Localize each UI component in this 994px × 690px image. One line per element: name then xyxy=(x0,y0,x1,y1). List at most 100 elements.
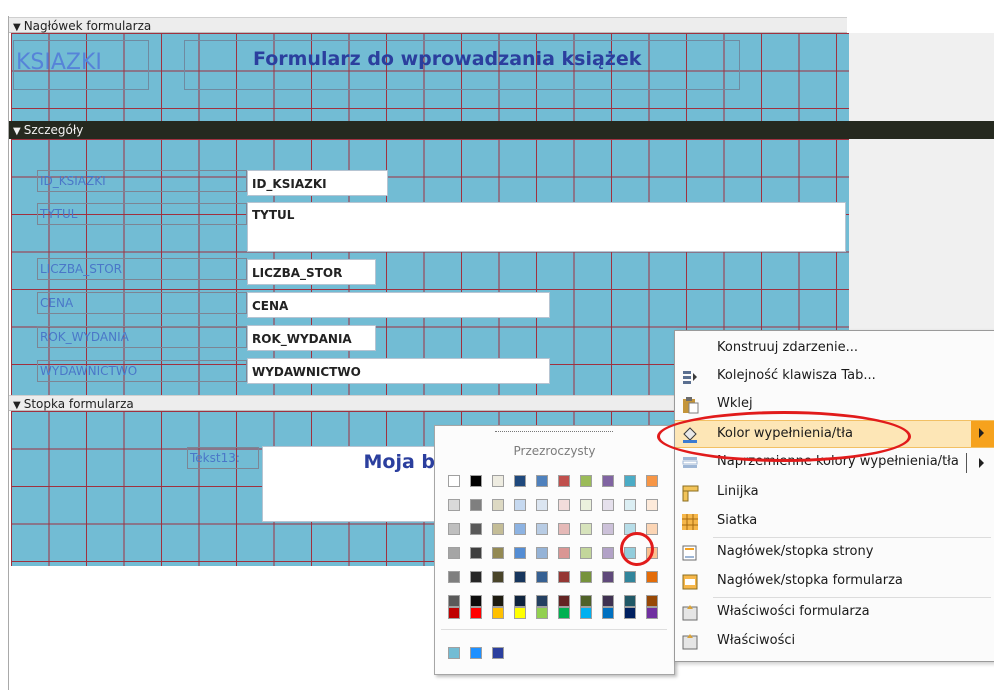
color-swatch[interactable] xyxy=(536,571,548,583)
color-swatch[interactable] xyxy=(492,475,504,487)
header-logo-text[interactable]: KSIAZKI xyxy=(16,50,102,75)
color-swatch[interactable] xyxy=(602,523,614,535)
recent-color-swatch[interactable] xyxy=(448,647,460,659)
color-swatch[interactable] xyxy=(514,547,526,559)
color-swatch[interactable] xyxy=(580,607,592,619)
label-tekst13[interactable]: Tekst13: xyxy=(187,447,259,469)
color-swatch[interactable] xyxy=(492,607,504,619)
color-swatch[interactable] xyxy=(646,475,658,487)
color-swatch[interactable] xyxy=(492,499,504,511)
field-id-ksiazki[interactable]: ID_KSIAZKI xyxy=(247,170,388,196)
field-rok-wydania[interactable]: ROK_WYDANIA xyxy=(247,325,376,351)
color-swatch[interactable] xyxy=(558,523,570,535)
color-swatch[interactable] xyxy=(448,571,460,583)
color-swatch[interactable] xyxy=(646,607,658,619)
color-swatch[interactable] xyxy=(536,595,548,607)
color-swatch[interactable] xyxy=(448,523,460,535)
color-swatch[interactable] xyxy=(558,475,570,487)
color-swatch[interactable] xyxy=(448,607,460,619)
color-swatch[interactable] xyxy=(602,499,614,511)
color-swatch[interactable] xyxy=(602,607,614,619)
color-swatch[interactable] xyxy=(536,607,548,619)
menu-item-form-properties[interactable]: Właściwości formularza xyxy=(675,599,994,627)
recent-color-swatch[interactable] xyxy=(470,647,482,659)
color-swatch[interactable] xyxy=(492,595,504,607)
color-swatch[interactable] xyxy=(580,571,592,583)
menu-item-build-event[interactable]: Konstruuj zdarzenie... xyxy=(675,335,994,363)
page-title[interactable]: Formularz do wprowadzania książek xyxy=(253,48,641,70)
label-tytul[interactable]: TYTUL xyxy=(37,203,247,225)
color-swatch[interactable] xyxy=(580,523,592,535)
label-rok-wydania[interactable]: ROK_WYDANIA xyxy=(37,326,247,348)
color-swatch[interactable] xyxy=(470,499,482,511)
color-swatch[interactable] xyxy=(580,595,592,607)
label-liczba-stor[interactable]: LICZBA_STOR xyxy=(37,258,247,280)
color-swatch[interactable] xyxy=(470,595,482,607)
color-swatch[interactable] xyxy=(492,523,504,535)
color-swatch[interactable] xyxy=(514,475,526,487)
color-swatch[interactable] xyxy=(624,607,636,619)
color-swatch[interactable] xyxy=(448,475,460,487)
menu-item-grid[interactable]: Siatka xyxy=(675,508,994,536)
color-swatch[interactable] xyxy=(448,547,460,559)
color-swatch[interactable] xyxy=(646,571,658,583)
field-cena[interactable]: CENA xyxy=(247,292,550,318)
color-swatch[interactable] xyxy=(624,475,636,487)
color-swatch[interactable] xyxy=(536,547,548,559)
color-swatch[interactable] xyxy=(448,595,460,607)
detail-section-bar[interactable]: ▼ Szczegóły xyxy=(9,121,994,139)
color-swatch[interactable] xyxy=(536,523,548,535)
color-swatch[interactable] xyxy=(492,571,504,583)
color-swatch[interactable] xyxy=(470,607,482,619)
color-swatch[interactable] xyxy=(470,523,482,535)
color-swatch[interactable] xyxy=(624,571,636,583)
color-swatch[interactable] xyxy=(514,595,526,607)
color-swatch[interactable] xyxy=(558,595,570,607)
color-swatch[interactable] xyxy=(580,499,592,511)
menu-item-properties[interactable]: Właściwości xyxy=(675,628,994,656)
color-swatch[interactable] xyxy=(514,607,526,619)
palette-grip[interactable] xyxy=(495,431,613,434)
color-swatch[interactable] xyxy=(558,547,570,559)
color-swatch[interactable] xyxy=(470,571,482,583)
recent-color-swatch[interactable] xyxy=(492,647,504,659)
submenu-arrow-icon[interactable] xyxy=(979,458,984,468)
color-swatch[interactable] xyxy=(558,499,570,511)
color-swatch[interactable] xyxy=(514,571,526,583)
color-swatch[interactable] xyxy=(580,547,592,559)
color-swatch[interactable] xyxy=(602,547,614,559)
color-swatch[interactable] xyxy=(514,499,526,511)
menu-item-tab-order[interactable]: Kolejność klawisza Tab... xyxy=(675,363,994,391)
field-tytul[interactable]: TYTUL xyxy=(247,202,846,252)
color-swatch[interactable] xyxy=(646,499,658,511)
menu-item-page-header-footer[interactable]: Nagłówek/stopka strony xyxy=(675,539,994,567)
color-swatch[interactable] xyxy=(470,475,482,487)
color-swatch[interactable] xyxy=(624,499,636,511)
form-header-bar[interactable]: ▼ Nagłówek formularza xyxy=(9,17,847,33)
field-liczba-stor[interactable]: LICZBA_STOR xyxy=(247,259,376,285)
label-id-ksiazki[interactable]: ID_KSIAZKI xyxy=(37,170,247,192)
color-swatch[interactable] xyxy=(602,595,614,607)
footer-text-box[interactable]: Moja b xyxy=(262,446,442,522)
color-swatch[interactable] xyxy=(602,571,614,583)
label-cena[interactable]: CENA xyxy=(37,292,247,314)
color-swatch[interactable] xyxy=(492,547,504,559)
color-swatch[interactable] xyxy=(448,499,460,511)
color-swatch[interactable] xyxy=(646,595,658,607)
color-swatch[interactable] xyxy=(470,547,482,559)
color-swatch[interactable] xyxy=(602,475,614,487)
color-swatch[interactable] xyxy=(536,499,548,511)
color-swatch[interactable] xyxy=(646,523,658,535)
color-swatch[interactable] xyxy=(624,595,636,607)
field-wydawnictwo[interactable]: WYDAWNICTWO xyxy=(247,358,550,384)
color-swatch[interactable] xyxy=(558,571,570,583)
menu-item-form-header-footer[interactable]: Nagłówek/stopka formularza xyxy=(675,568,994,596)
transparent-option[interactable]: Przezroczysty xyxy=(435,444,674,458)
color-swatch[interactable] xyxy=(580,475,592,487)
submenu-arrow-icon[interactable] xyxy=(971,421,994,447)
menu-item-ruler[interactable]: Linijka xyxy=(675,479,994,507)
color-swatch[interactable] xyxy=(536,475,548,487)
color-swatch[interactable] xyxy=(514,523,526,535)
color-swatch[interactable] xyxy=(558,607,570,619)
label-wydawnictwo[interactable]: WYDAWNICTWO xyxy=(37,360,247,382)
